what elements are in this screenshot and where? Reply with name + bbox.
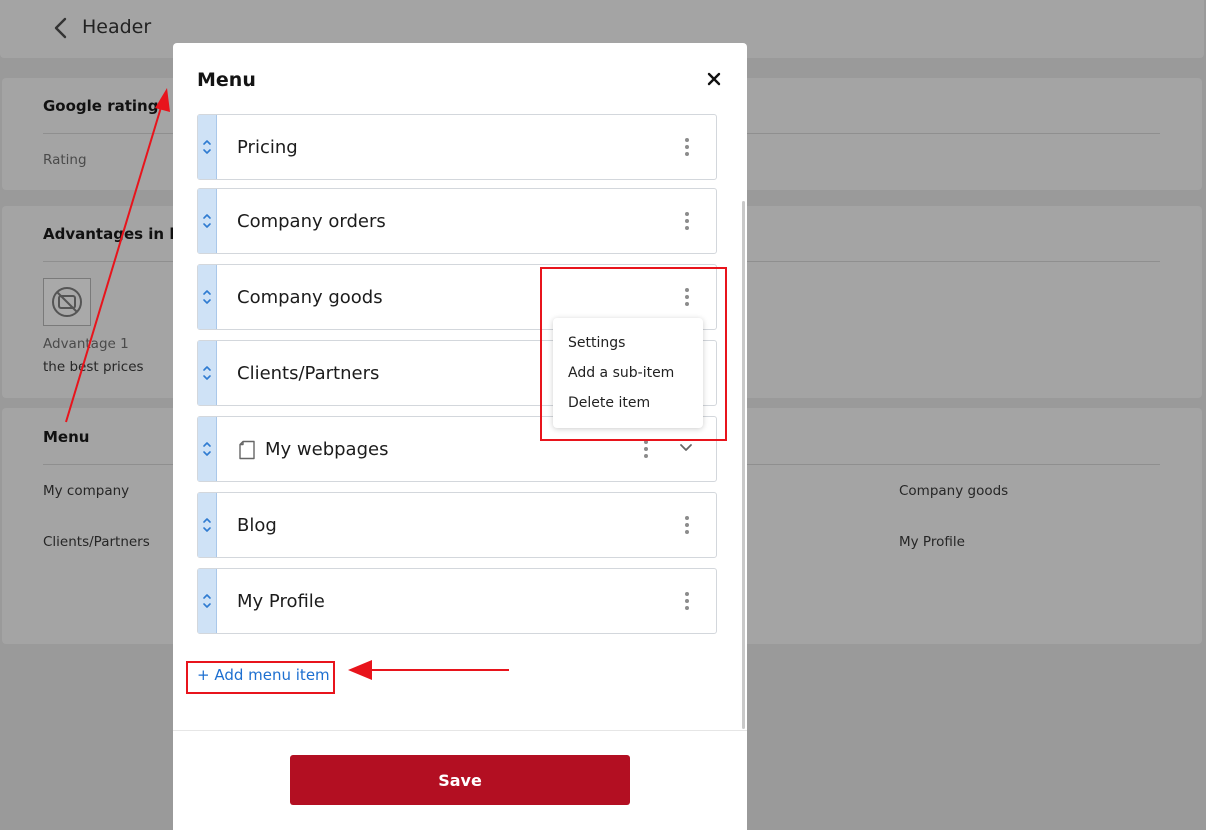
more-options-icon[interactable]: [680, 288, 694, 308]
drag-handle[interactable]: [198, 417, 217, 481]
advantage-title: Advantage 1: [43, 336, 129, 352]
more-options-icon[interactable]: [680, 212, 694, 232]
more-options-icon[interactable]: [680, 138, 694, 158]
drag-handle[interactable]: [198, 265, 217, 329]
close-icon[interactable]: [703, 68, 725, 90]
more-options-icon[interactable]: [680, 592, 694, 612]
drag-arrows-icon: [203, 214, 211, 228]
dropdown-item-delete[interactable]: Delete item: [568, 395, 650, 411]
menu-modal: Menu Pricing Company orders Company good…: [173, 43, 747, 830]
drag-arrows-icon: [203, 442, 211, 456]
menu-item[interactable]: Pricing: [197, 114, 717, 180]
menu-item-label: My webpages: [265, 439, 389, 460]
scrollbar[interactable]: [742, 201, 745, 729]
divider: [173, 730, 747, 731]
chevron-left-icon[interactable]: [50, 15, 74, 41]
menu-item[interactable]: My Profile: [197, 568, 717, 634]
menu-item-label: Clients/Partners: [237, 363, 380, 384]
menu-item-label: My Profile: [237, 591, 325, 612]
more-options-icon[interactable]: [639, 440, 653, 460]
menu-item-label: Company goods: [237, 287, 383, 308]
menu-item[interactable]: Blog: [197, 492, 717, 558]
advantage-text: the best prices: [43, 359, 144, 375]
menu-item[interactable]: Company orders: [197, 188, 717, 254]
drag-arrows-icon: [203, 140, 211, 154]
drag-handle[interactable]: [198, 115, 217, 179]
no-image-icon: [43, 278, 91, 326]
menu-cell: Company goods: [899, 483, 1009, 499]
drag-handle[interactable]: [198, 493, 217, 557]
modal-title: Menu: [197, 69, 256, 91]
drag-handle[interactable]: [198, 569, 217, 633]
advantages-title: Advantages in he: [43, 225, 191, 243]
dropdown-item-settings[interactable]: Settings: [568, 335, 625, 351]
drag-arrows-icon: [203, 518, 211, 532]
google-rating-title: Google rating: [43, 97, 159, 115]
chevron-down-icon[interactable]: [679, 443, 693, 453]
menu-item-label: Company orders: [237, 211, 386, 232]
menu-cell: My company: [43, 483, 130, 499]
drag-handle[interactable]: [198, 341, 217, 405]
menu-item-label: Blog: [237, 515, 277, 536]
rating-label: Rating: [43, 152, 87, 168]
page-title: Header: [82, 16, 152, 38]
drag-arrows-icon: [203, 594, 211, 608]
save-button[interactable]: Save: [290, 755, 630, 805]
item-options-dropdown: Settings Add a sub-item Delete item: [553, 318, 703, 428]
add-menu-item-link[interactable]: + Add menu item: [197, 666, 330, 684]
menu-section-title: Menu: [43, 428, 90, 446]
menu-item-label: Pricing: [237, 137, 298, 158]
drag-arrows-icon: [203, 366, 211, 380]
drag-handle[interactable]: [198, 189, 217, 253]
menu-cell: Clients/Partners: [43, 534, 150, 550]
page-icon: [239, 440, 255, 460]
drag-arrows-icon: [203, 290, 211, 304]
menu-cell: My Profile: [899, 534, 965, 550]
more-options-icon[interactable]: [680, 516, 694, 536]
dropdown-item-add-sub-item[interactable]: Add a sub-item: [568, 365, 674, 381]
